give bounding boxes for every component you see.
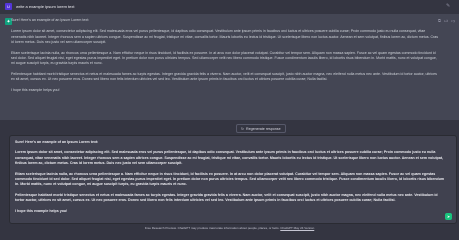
send-icon: ➤ <box>446 214 451 219</box>
assistant-intro: Sure! Here's an example of an Ipsum Lore… <box>11 18 90 22</box>
assistant-paragraph-3: Pellentesque habitant morbi tristique se… <box>11 71 437 82</box>
refresh-icon: ↻ <box>241 126 245 131</box>
composer-intro: Sure! Here's an example of an Ipsum Lore… <box>15 140 99 144</box>
footer-disclaimer: Free Research Preview. ChatGPT may produ… <box>0 226 459 230</box>
version-link[interactable]: ChatGPT May 24 Version <box>280 226 314 230</box>
user-message-text: write a example ipsum lorem text <box>16 4 75 9</box>
composer-paragraph-2: Etiam scelerisque lacinia nulla, ac rhon… <box>15 171 445 187</box>
pencil-icon[interactable]: ✎ <box>446 3 450 9</box>
assistant-message-row: ✦ Sure! Here's an example of an Ipsum Lo… <box>0 14 459 120</box>
user-avatar: U <box>5 3 12 10</box>
composer-paragraph-3: Pellentesque habitant morbi tristique se… <box>15 192 438 203</box>
thumbs-down-icon[interactable]: 👎︎ <box>451 18 455 24</box>
regenerate-response-button[interactable]: ↻ Regenerate response <box>236 124 286 133</box>
message-input[interactable]: Sure! Here's an example of an Ipsum Lore… <box>9 135 457 224</box>
copy-icon[interactable]: ⧉ <box>438 18 441 24</box>
thumbs-up-icon[interactable]: 👍︎ <box>444 18 448 24</box>
composer-closing: I hope this example helps you! <box>15 208 68 213</box>
message-actions: ⧉ 👍︎ 👎︎ <box>438 18 455 24</box>
footer-text: Free Research Preview. ChatGPT may produ… <box>144 226 280 230</box>
message-input-text[interactable]: Sure! Here's an example of an Ipsum Lore… <box>15 140 447 219</box>
assistant-message-text: Sure! Here's an example of an Ipsum Lore… <box>11 18 439 98</box>
assistant-closing: I hope this example helps you! <box>11 87 60 92</box>
assistant-paragraph-1: Lorem ipsum dolor sit amet, consectetur … <box>11 29 439 45</box>
composer-paragraph-1: Lorem ipsum dolor sit amet, consectetur … <box>15 150 444 166</box>
assistant-paragraph-2: Etiam scelerisque lacinia nulla, ac rhon… <box>11 50 437 66</box>
user-message-row: U write a example ipsum lorem text ✎ <box>0 0 459 15</box>
regenerate-label: Regenerate response <box>246 126 281 131</box>
send-button[interactable]: ➤ <box>445 213 452 220</box>
